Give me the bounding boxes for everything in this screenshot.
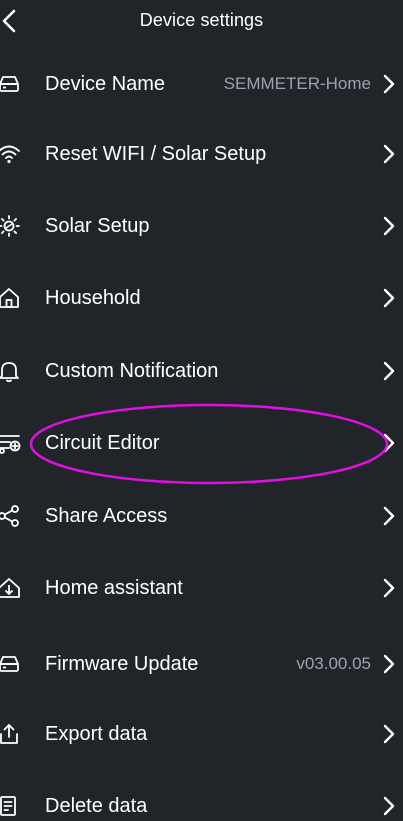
setting-label: Home assistant — [45, 577, 183, 599]
setting-label: Export data — [45, 723, 148, 745]
router-icon — [0, 652, 21, 676]
document-delete-icon — [0, 794, 21, 818]
chevron-right-icon — [383, 144, 395, 164]
chevron-right-icon — [383, 506, 395, 526]
setting-device-name[interactable]: Device Name SEMMETER-Home — [0, 59, 403, 109]
setting-label: Circuit Editor — [45, 432, 160, 454]
setting-label: Solar Setup — [45, 215, 150, 237]
setting-delete-data[interactable]: Delete data — [0, 781, 403, 821]
chevron-right-icon — [383, 724, 395, 744]
setting-custom-notification[interactable]: Custom Notification — [0, 346, 403, 396]
setting-label: Firmware Update — [45, 653, 199, 675]
chevron-right-icon — [383, 796, 395, 816]
sun-icon — [0, 214, 21, 238]
bell-icon — [0, 359, 21, 383]
setting-share-access[interactable]: Share Access — [0, 491, 403, 541]
chevron-right-icon — [383, 361, 395, 381]
setting-export-data[interactable]: Export data — [0, 709, 403, 759]
setting-solar-setup[interactable]: Solar Setup — [0, 201, 403, 251]
setting-label: Share Access — [45, 505, 168, 527]
circuit-icon — [0, 431, 21, 455]
setting-label: Device Name — [45, 73, 166, 95]
export-icon — [0, 722, 21, 746]
setting-label: Custom Notification — [45, 360, 219, 382]
chevron-right-icon — [383, 74, 395, 94]
header: Device settings — [0, 0, 403, 44]
setting-reset-wifi[interactable]: Reset WIFI / Solar Setup — [0, 129, 403, 179]
setting-label: Reset WIFI / Solar Setup — [45, 143, 267, 165]
chevron-right-icon — [383, 578, 395, 598]
firmware-version: v03.00.05 — [296, 654, 371, 673]
setting-label: Delete data — [45, 795, 148, 817]
chevron-right-icon — [383, 216, 395, 236]
setting-value: SEMMETER-Home — [223, 74, 371, 93]
wifi-icon — [0, 142, 21, 166]
setting-home-assistant[interactable]: Home assistant — [0, 563, 403, 613]
home-icon — [0, 286, 21, 310]
chevron-right-icon — [383, 288, 395, 308]
setting-circuit-editor[interactable]: Circuit Editor — [0, 418, 403, 468]
chevron-right-icon — [383, 654, 395, 674]
setting-firmware-update[interactable]: Firmware Update v03.00.05 — [0, 639, 403, 689]
home-download-icon — [0, 576, 21, 600]
page-title: Device settings — [139, 10, 264, 30]
share-icon — [0, 504, 21, 528]
router-icon — [0, 72, 21, 96]
chevron-right-icon — [383, 433, 395, 453]
setting-label: Household — [45, 287, 141, 309]
setting-household[interactable]: Household — [0, 273, 403, 323]
